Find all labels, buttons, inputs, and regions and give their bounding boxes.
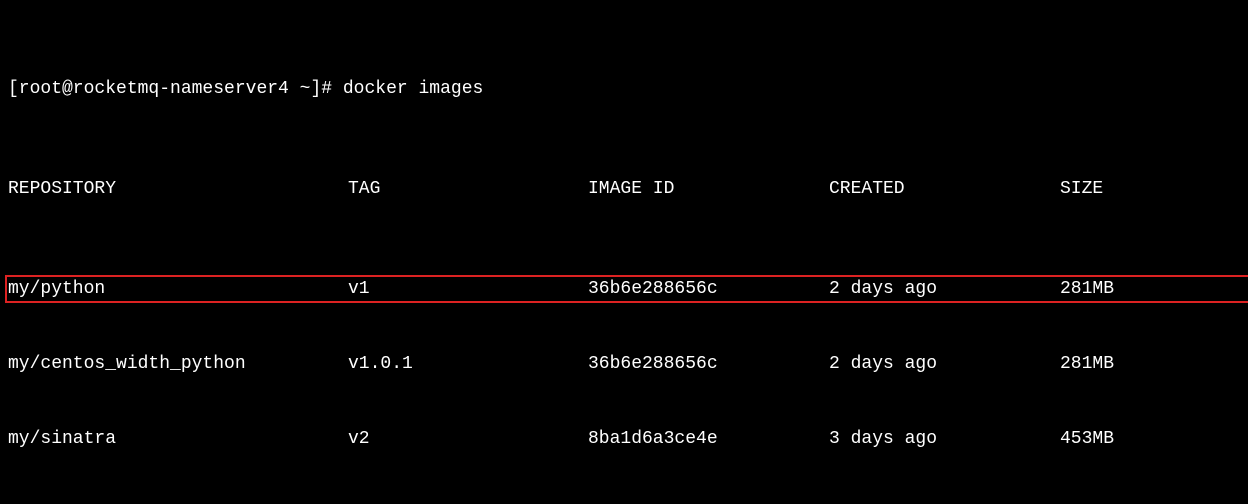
cell-size: 281MB [1060,277,1240,302]
cell-created: 3 days ago [829,427,1060,452]
cell-image-id: 36b6e288656c [588,352,829,377]
cell-created: 2 days ago [829,352,1060,377]
table-header-row: REPOSITORY TAG IMAGE ID CREATED SIZE [8,177,1240,202]
cell-tag: v1.0.1 [348,352,588,377]
terminal[interactable]: [root@rocketmq-nameserver4 ~]# docker im… [0,0,1248,504]
cell-tag: v2 [348,427,588,452]
header-image-id: IMAGE ID [588,177,829,202]
table-row: my/sinatra v2 8ba1d6a3ce4e 3 days ago 45… [8,427,1240,452]
cell-created: 2 days ago [829,277,1060,302]
cell-image-id: 36b6e288656c [588,277,829,302]
header-repository: REPOSITORY [8,177,348,202]
header-size: SIZE [1060,177,1240,202]
table-row: my/centos_width_python v1.0.1 36b6e28865… [8,352,1240,377]
table-row: my/python v1 36b6e288656c 2 days ago 281… [8,277,1240,302]
command-1: docker images [343,77,483,102]
cell-size: 281MB [1060,352,1240,377]
cell-image-id: 8ba1d6a3ce4e [588,427,829,452]
cell-repository: my/python [8,277,348,302]
cell-tag: v1 [348,277,588,302]
cell-repository: my/sinatra [8,427,348,452]
prompt-prefix: [root@rocketmq-nameserver4 ~]# [8,77,332,102]
prompt-line-1: [root@rocketmq-nameserver4 ~]# docker im… [8,77,1240,102]
header-created: CREATED [829,177,1060,202]
cell-repository: my/centos_width_python [8,352,348,377]
header-tag: TAG [348,177,588,202]
cell-size: 453MB [1060,427,1240,452]
